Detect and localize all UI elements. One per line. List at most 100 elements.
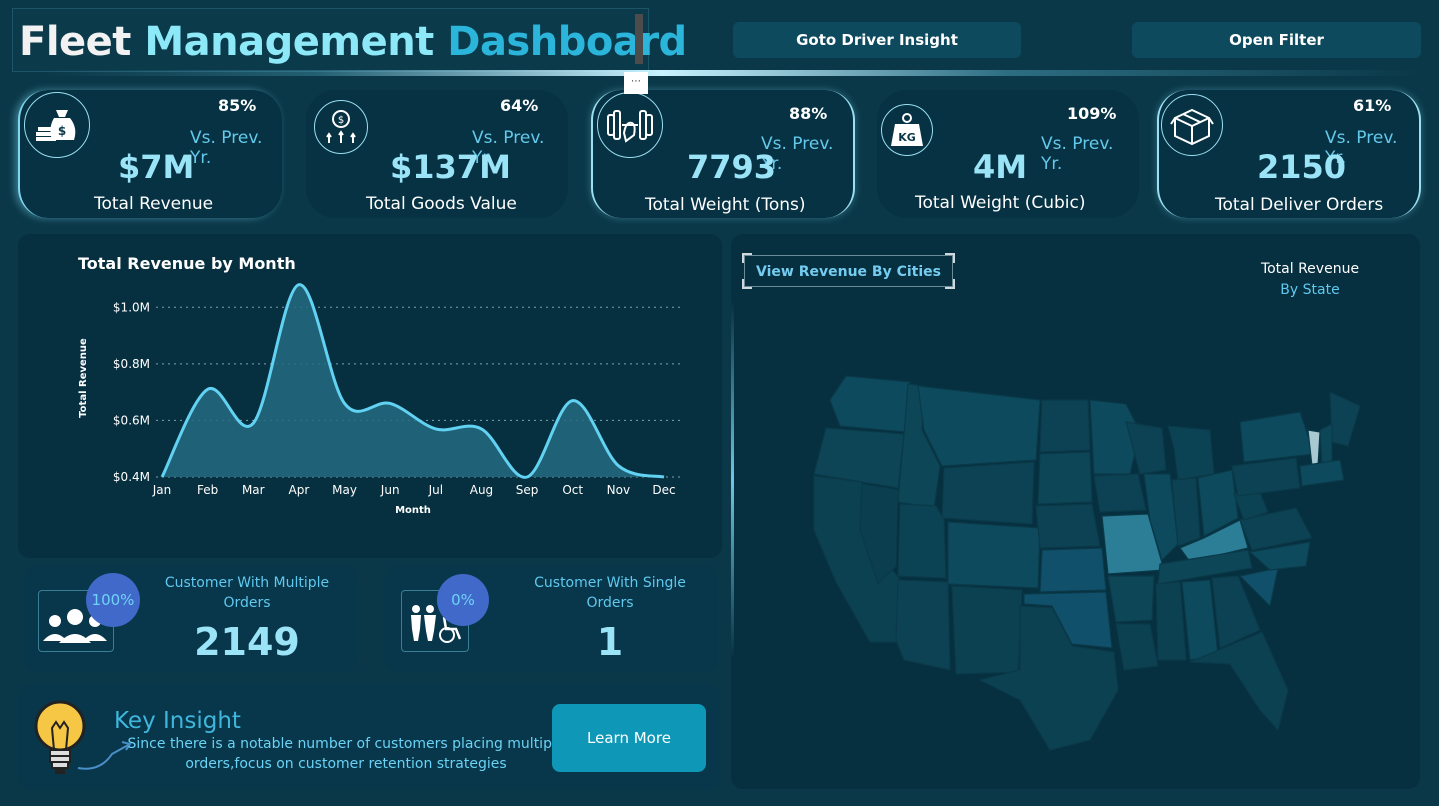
kpi-value: 4M xyxy=(973,148,1028,186)
svg-text:$: $ xyxy=(338,115,344,126)
kpi-vs-label: Vs. Prev. Yr. xyxy=(190,128,263,168)
x-tick-label: Feb xyxy=(197,483,218,497)
kpi-card-total-weight-cubic: KG 109% Vs. Prev. Yr. 4M Total Weight (C… xyxy=(877,90,1139,218)
state-nm xyxy=(951,585,1023,675)
data-point-dec xyxy=(663,476,666,479)
x-tick-label: Oct xyxy=(562,483,583,497)
learn-more-button[interactable]: Learn More xyxy=(552,704,706,772)
kpi-value: $137M xyxy=(390,148,511,186)
data-point-jun xyxy=(389,402,392,405)
x-tick-label: Apr xyxy=(289,483,310,497)
view-revenue-by-cities-button[interactable]: View Revenue By Cities xyxy=(744,255,953,287)
kpi-label: Total Weight (Tons) xyxy=(645,195,806,215)
kpi-pct: 61% xyxy=(1353,96,1392,115)
title-box: Fleet Management Dashboard xyxy=(12,8,687,72)
y-tick-label: $0.4M xyxy=(113,470,150,484)
state-wa xyxy=(829,375,911,433)
revenue-area-chart[interactable]: $0.4M $0.6M $0.8M $1.0M Jan Feb Mar Apr May Jun Ju… xyxy=(18,234,722,558)
data-point-sep xyxy=(526,476,529,479)
x-tick-label: Mar xyxy=(242,483,265,497)
data-point-feb xyxy=(206,388,209,391)
x-tick-label: Aug xyxy=(470,483,493,497)
x-tick-label: Nov xyxy=(607,483,630,497)
money-bag-icon: $ xyxy=(24,92,90,158)
state-mt xyxy=(917,385,1041,467)
svg-text:$: $ xyxy=(58,124,66,138)
kg-weight-icon: KG xyxy=(881,104,933,156)
header-divider xyxy=(40,70,1420,76)
frame-corner xyxy=(945,253,955,263)
more-options-button[interactable]: ⋯ xyxy=(624,72,648,94)
state-sd xyxy=(1037,451,1093,505)
x-tick-label: Jun xyxy=(380,483,400,497)
state-vt xyxy=(1307,429,1321,467)
frame-corner xyxy=(742,253,752,263)
kpi-pct: 85% xyxy=(218,96,257,115)
key-insight-panel: Key Insight Since there is a notable num… xyxy=(18,684,720,790)
y-tick-label: $0.6M xyxy=(113,413,150,427)
x-tick-label: Jan xyxy=(152,483,172,497)
state-nd xyxy=(1039,399,1091,453)
dumbbell-icon xyxy=(597,92,663,158)
curved-arrow-icon xyxy=(77,741,132,770)
state-ne xyxy=(1035,503,1101,549)
x-tick-label: May xyxy=(332,483,357,497)
state-ks xyxy=(1039,547,1107,593)
kpi-pct: 109% xyxy=(1067,104,1117,123)
kpi-vs-label: Vs. Prev. Yr. xyxy=(1041,134,1114,174)
multiple-orders-pct-badge: 100% xyxy=(86,573,140,627)
data-point-may xyxy=(343,402,346,405)
state-al xyxy=(1181,579,1219,661)
data-point-jul xyxy=(434,427,437,430)
kpi-value: $7M xyxy=(118,148,195,186)
goto-driver-insight-button[interactable]: Goto Driver Insight xyxy=(733,22,1021,58)
state-az xyxy=(895,579,951,671)
page-title: Fleet Management Dashboard xyxy=(19,19,687,65)
key-insight-text: Since there is a notable number of custo… xyxy=(127,736,565,772)
kpi-card-total-weight-tons: 88% Vs. Prev. Yr. 7793 Total Weight (Ton… xyxy=(591,90,855,218)
data-point-jan xyxy=(161,476,164,479)
package-box-icon xyxy=(1161,94,1223,156)
state-nh xyxy=(1319,423,1333,467)
kpi-card-total-revenue: $ 85% Vs. Prev. Yr. $7M Total Revenue xyxy=(18,90,282,218)
state-la xyxy=(1115,623,1159,671)
data-point-aug xyxy=(480,427,483,430)
map-legend-title: Total Revenue xyxy=(1260,261,1360,277)
multiple-orders-title: Customer With Multiple Orders xyxy=(164,575,330,611)
state-wy xyxy=(941,461,1035,525)
single-orders-title: Customer With Single Orders xyxy=(534,575,686,611)
data-point-apr xyxy=(297,283,300,286)
data-point-mar xyxy=(252,422,255,425)
x-tick-label: Jul xyxy=(428,483,443,497)
kpi-value: 7793 xyxy=(687,148,777,186)
x-tick-label: Sep xyxy=(516,483,539,497)
kpi-label: Total Goods Value xyxy=(366,194,517,214)
customer-single-orders-panel: 0% Customer With Single Orders 1 xyxy=(385,566,718,672)
revenue-area-fill xyxy=(162,284,664,478)
map-legend-subtitle: By State xyxy=(1280,282,1340,298)
state-ms xyxy=(1155,581,1187,661)
kg-label: KG xyxy=(898,131,916,144)
single-orders-value: 1 xyxy=(596,620,624,664)
state-ne-coast xyxy=(1299,459,1345,487)
kpi-label: Total Deliver Orders xyxy=(1215,195,1384,215)
kpi-label: Total Weight (Cubic) xyxy=(915,193,1086,213)
data-point-nov xyxy=(617,464,620,467)
coin-growth-icon: $ xyxy=(314,100,368,154)
title-word-1: Fleet xyxy=(19,19,131,65)
kpi-pct: 64% xyxy=(500,96,539,115)
key-insight-title: Key Insight xyxy=(114,708,241,734)
title-word-3: Dashboard xyxy=(447,19,687,65)
multiple-orders-value: 2149 xyxy=(194,620,300,664)
kpi-value: 2150 xyxy=(1257,148,1347,186)
state-ny xyxy=(1239,411,1315,463)
frame-corner xyxy=(742,279,752,289)
frame-corner xyxy=(945,279,955,289)
x-axis-title: Month xyxy=(395,505,431,516)
open-filter-button[interactable]: Open Filter xyxy=(1132,22,1421,58)
kpi-card-total-goods-value: $ 64% Vs. Prev. Yr. $137M Total Goods Va… xyxy=(306,90,568,218)
data-point-oct xyxy=(571,399,574,402)
kpi-card-total-deliver-orders: 61% Vs. Prev. Yr. 2150 Total Deliver Ord… xyxy=(1157,90,1421,218)
us-state-map[interactable] xyxy=(800,370,1380,770)
kpi-label: Total Revenue xyxy=(94,194,214,214)
